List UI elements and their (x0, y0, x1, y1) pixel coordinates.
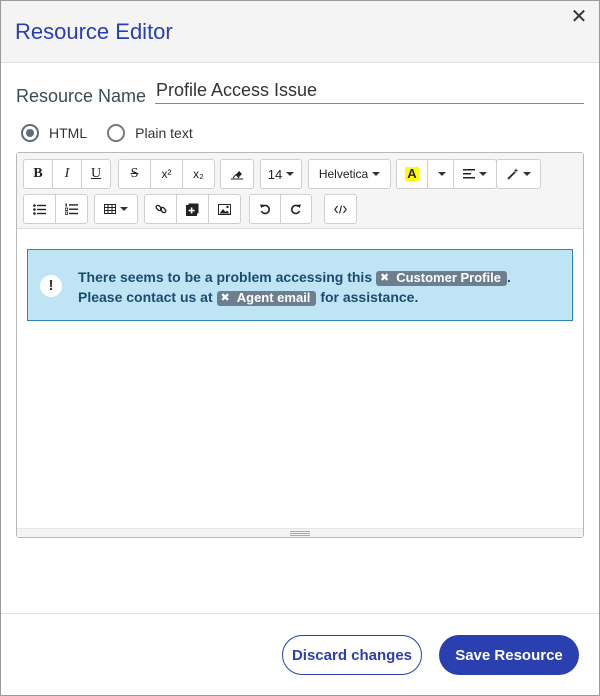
eraser-button[interactable] (220, 159, 254, 189)
alert-line1-end: . (506, 269, 511, 285)
dialog-title: Resource Editor (15, 19, 173, 44)
font-effects-group: S x² x₂ (118, 159, 215, 189)
insert-image-button[interactable] (208, 194, 241, 224)
dialog-header: Resource Editor ✕ (1, 1, 599, 63)
insert-group (144, 194, 241, 224)
redo-button[interactable] (280, 194, 312, 224)
numbered-list-icon (65, 203, 78, 215)
text-color-button[interactable]: A (396, 159, 428, 189)
align-left-icon (463, 169, 475, 179)
code-view-group (324, 194, 357, 224)
chevron-down-icon (286, 172, 295, 176)
radio-html-label: HTML (49, 125, 88, 141)
editor-content-area[interactable]: ! There seems to be a problem accessing … (17, 230, 583, 528)
undo-button[interactable] (249, 194, 281, 224)
history-group (249, 194, 312, 224)
discard-changes-button[interactable]: Discard changes (282, 635, 422, 675)
table-dropdown[interactable] (94, 194, 138, 224)
clear-format-group (220, 159, 254, 189)
font-family-dropdown[interactable]: Helvetica (308, 159, 391, 189)
italic-button[interactable]: I (52, 159, 82, 189)
resource-editor-dialog: Resource Editor ✕ Resource Name HTML Pla… (0, 0, 600, 696)
alert-text: There seems to be a problem accessing th… (78, 267, 568, 307)
undo-icon (260, 204, 270, 215)
format-radio-html[interactable]: HTML (21, 124, 87, 142)
chevron-down-icon (479, 172, 487, 176)
radio-plain-text-indicator[interactable] (107, 124, 126, 142)
save-resource-button[interactable]: Save Resource (439, 635, 579, 675)
image-icon (218, 203, 231, 215)
link-icon (155, 204, 166, 214)
resource-name-input[interactable] (155, 77, 584, 104)
insert-media-button[interactable] (176, 194, 209, 224)
font-size-dropdown[interactable]: 14 (260, 159, 302, 189)
remove-chip-icon[interactable]: ✖ (221, 288, 230, 308)
insert-link-button[interactable] (144, 194, 177, 224)
font-family-value: Helvetica (318, 167, 369, 181)
subscript-button[interactable]: x₂ (182, 159, 215, 189)
placeholder-chip-customer-profile[interactable]: ✖ Customer Profile (376, 268, 507, 288)
numbered-list-button[interactable] (55, 194, 88, 224)
rich-text-editor: B I U S x² x₂ 14 Helvetica A ! There see… (16, 152, 584, 538)
paragraph-align-dropdown[interactable] (453, 159, 497, 189)
chevron-down-icon (120, 207, 128, 211)
resource-name-label: Resource Name (16, 86, 147, 106)
strikethrough-button[interactable]: S (118, 159, 151, 189)
highlight-letter-icon: A (405, 166, 419, 181)
add-media-icon (186, 203, 199, 216)
editor-toolbar: B I U S x² x₂ 14 Helvetica A (17, 153, 583, 229)
font-size-value: 14 (267, 166, 283, 182)
bullet-list-icon (33, 203, 46, 215)
bold-button[interactable]: B (23, 159, 53, 189)
eraser-icon (231, 171, 243, 180)
font-size-group: 14 (260, 159, 302, 189)
table-group (94, 194, 138, 224)
style-group (496, 159, 541, 189)
magic-wand-icon (506, 168, 518, 180)
radio-plain-text-label: Plain text (135, 125, 193, 141)
chevron-down-icon (522, 172, 531, 176)
remove-chip-icon[interactable]: ✖ (380, 268, 389, 288)
alert-line2-end: for assistance. (320, 289, 419, 305)
exclamation-icon: ! (40, 275, 62, 297)
chevron-down-icon (438, 172, 446, 176)
info-alert: ! There seems to be a problem accessing … (27, 249, 573, 321)
table-icon (104, 204, 116, 214)
chip-agent-label: Agent email (236, 290, 311, 305)
superscript-button[interactable]: x² (150, 159, 183, 189)
alert-line1-text: There seems to be a problem accessing th… (78, 269, 373, 285)
style-magic-dropdown[interactable] (496, 159, 541, 189)
list-group (23, 194, 88, 224)
font-family-group: Helvetica (308, 159, 391, 189)
font-style-group: B I U (23, 159, 111, 189)
code-icon (334, 204, 347, 214)
color-group: A (396, 159, 457, 189)
format-radio-plain-text[interactable]: Plain text (107, 124, 193, 142)
underline-button[interactable]: U (81, 159, 111, 189)
chevron-down-icon (372, 172, 381, 176)
close-icon[interactable]: ✕ (569, 7, 589, 27)
format-radio-group: HTML Plain text (21, 123, 213, 143)
chip-customer-label: Customer Profile (396, 270, 501, 285)
code-view-button[interactable] (324, 194, 357, 224)
radio-html-indicator[interactable] (21, 124, 39, 142)
resize-grip-icon (290, 531, 310, 536)
placeholder-chip-agent-email[interactable]: ✖ Agent email (216, 288, 317, 308)
redo-icon (291, 204, 301, 215)
alert-line2-text: Please contact us at (78, 289, 213, 305)
bullet-list-button[interactable] (23, 194, 56, 224)
paragraph-group (453, 159, 497, 189)
editor-resize-handle[interactable] (17, 528, 583, 537)
dialog-footer: Discard changes Save Resource (1, 613, 599, 695)
